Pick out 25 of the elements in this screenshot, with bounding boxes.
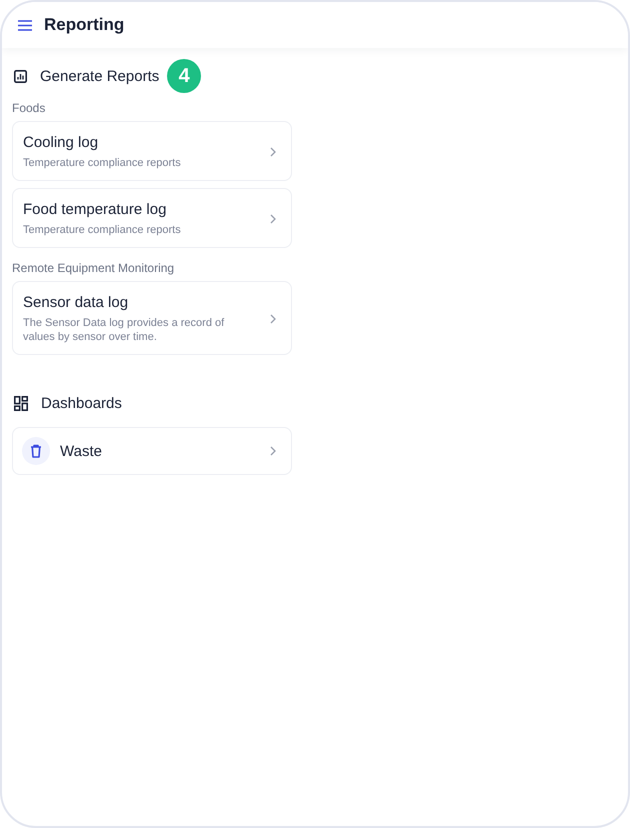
chevron-right-icon (270, 314, 276, 324)
report-item[interactable]: Food temperature log Temperature compliance reports (12, 188, 292, 248)
chevron-right-icon (270, 146, 276, 156)
bar-chart-icon (14, 70, 27, 82)
trash-icon (22, 437, 50, 465)
item-description: Temperature compliance reports (23, 223, 182, 237)
dashboard-item[interactable]: Waste (12, 427, 292, 475)
menu-icon[interactable] (18, 20, 32, 30)
group-label: Remote Equipment Monitoring (12, 260, 176, 276)
item-title: Sensor data log (23, 293, 130, 312)
number-badge: 4 (167, 59, 202, 93)
report-item[interactable]: Cooling log Temperature compliance reports (12, 121, 292, 181)
item-description: Temperature compliance reports (23, 156, 182, 170)
group-label: Foods (12, 100, 46, 116)
chevron-right-icon (270, 446, 276, 456)
item-title: Waste (60, 442, 103, 460)
report-item[interactable]: Sensor data log The Sensor Data log provides a record of values by sensor over time. (12, 281, 292, 355)
item-title: Cooling log (23, 133, 100, 152)
dashboard-grid-icon (14, 396, 28, 410)
chevron-right-icon (270, 214, 276, 224)
item-description: The Sensor Data log provides a record of values by sensor over time. (23, 316, 226, 344)
item-title: Food temperature log (23, 200, 168, 219)
section-title: Generate Reports (40, 66, 160, 86)
section-title: Dashboards (41, 394, 122, 412)
page-title: Reporting (44, 14, 124, 36)
